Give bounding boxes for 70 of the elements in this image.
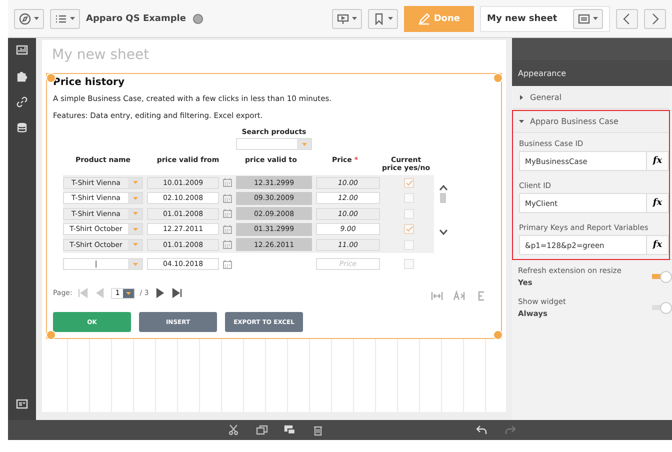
caret-icon	[34, 17, 39, 20]
screen-icon[interactable]	[337, 12, 349, 24]
check-icon	[406, 226, 412, 232]
next-page-icon[interactable]	[154, 287, 166, 299]
caret-icon	[126, 292, 131, 294]
sheet-name-field[interactable]: My new sheet	[480, 6, 610, 32]
resize-handle[interactable]	[492, 72, 502, 82]
widget-title: Price history	[53, 77, 126, 88]
caret-icon	[70, 17, 75, 20]
checkbox[interactable]	[404, 224, 414, 234]
compass-icon[interactable]	[19, 12, 31, 24]
caret-icon	[132, 228, 138, 231]
trash-icon[interactable]	[312, 424, 324, 436]
present-button[interactable]	[332, 8, 362, 28]
last-page-icon[interactable]	[170, 287, 183, 299]
scroll-thumb[interactable]	[440, 193, 446, 203]
caret-icon	[352, 17, 357, 20]
navigation-button[interactable]	[14, 8, 44, 28]
chart-icon[interactable]	[16, 44, 28, 56]
menu-button[interactable]	[50, 8, 80, 28]
calendar-icon[interactable]	[223, 178, 232, 188]
sheet-title: My new sheet	[51, 46, 150, 65]
card-icon[interactable]	[16, 398, 28, 410]
panel-header: Appearance	[512, 60, 672, 86]
caret-icon	[593, 17, 598, 20]
paste-icon[interactable]	[284, 424, 296, 436]
caret-icon	[132, 181, 138, 184]
caret-icon	[388, 17, 393, 20]
triangle-right-icon	[519, 95, 524, 100]
resize-handle[interactable]	[46, 72, 56, 82]
expression-button[interactable]: fx	[646, 152, 668, 170]
triangle-down-icon	[519, 119, 524, 124]
caret-icon	[132, 243, 138, 246]
checkbox[interactable]	[404, 240, 414, 250]
bookmark-icon[interactable]	[373, 12, 385, 24]
expression-button[interactable]: fx	[646, 194, 668, 212]
chevron-down-icon[interactable]	[438, 229, 448, 235]
link-icon[interactable]	[16, 96, 28, 108]
calendar-icon[interactable]	[223, 209, 232, 218]
undo-icon[interactable]	[476, 424, 488, 436]
calendar-icon[interactable]	[223, 194, 232, 203]
scissors-icon[interactable]	[228, 424, 240, 436]
caret-icon	[132, 196, 138, 200]
resize-handle[interactable]	[492, 330, 502, 340]
sheet-icon[interactable]	[578, 12, 590, 24]
caret-icon	[302, 142, 306, 146]
next-button[interactable]	[644, 8, 666, 28]
check-icon	[406, 180, 412, 186]
caret-icon	[132, 262, 138, 266]
calendar-icon[interactable]	[223, 224, 232, 234]
previous-button[interactable]	[616, 8, 638, 28]
sheets-button[interactable]	[573, 8, 604, 28]
caret-icon	[132, 212, 138, 216]
checkbox[interactable]	[404, 208, 414, 219]
calendar-icon[interactable]	[223, 240, 232, 250]
bookmark-button[interactable]	[368, 8, 398, 28]
expression-button[interactable]: fx	[646, 236, 668, 254]
checkbox[interactable]	[404, 193, 414, 204]
chevron-up-icon[interactable]	[438, 185, 448, 191]
checkbox[interactable]	[404, 178, 414, 188]
checkbox[interactable]	[404, 259, 414, 270]
puzzle-icon[interactable]	[16, 70, 28, 82]
list-icon[interactable]	[55, 12, 67, 24]
copy-icon[interactable]	[256, 424, 268, 436]
calendar-icon[interactable]	[223, 260, 232, 269]
app-title: Apparo QS Example	[86, 14, 186, 24]
database-icon[interactable]	[16, 122, 28, 134]
resize-handle[interactable]	[46, 330, 56, 340]
sheet-name: My new sheet	[487, 14, 558, 24]
widget-frame[interactable]	[46, 73, 502, 339]
